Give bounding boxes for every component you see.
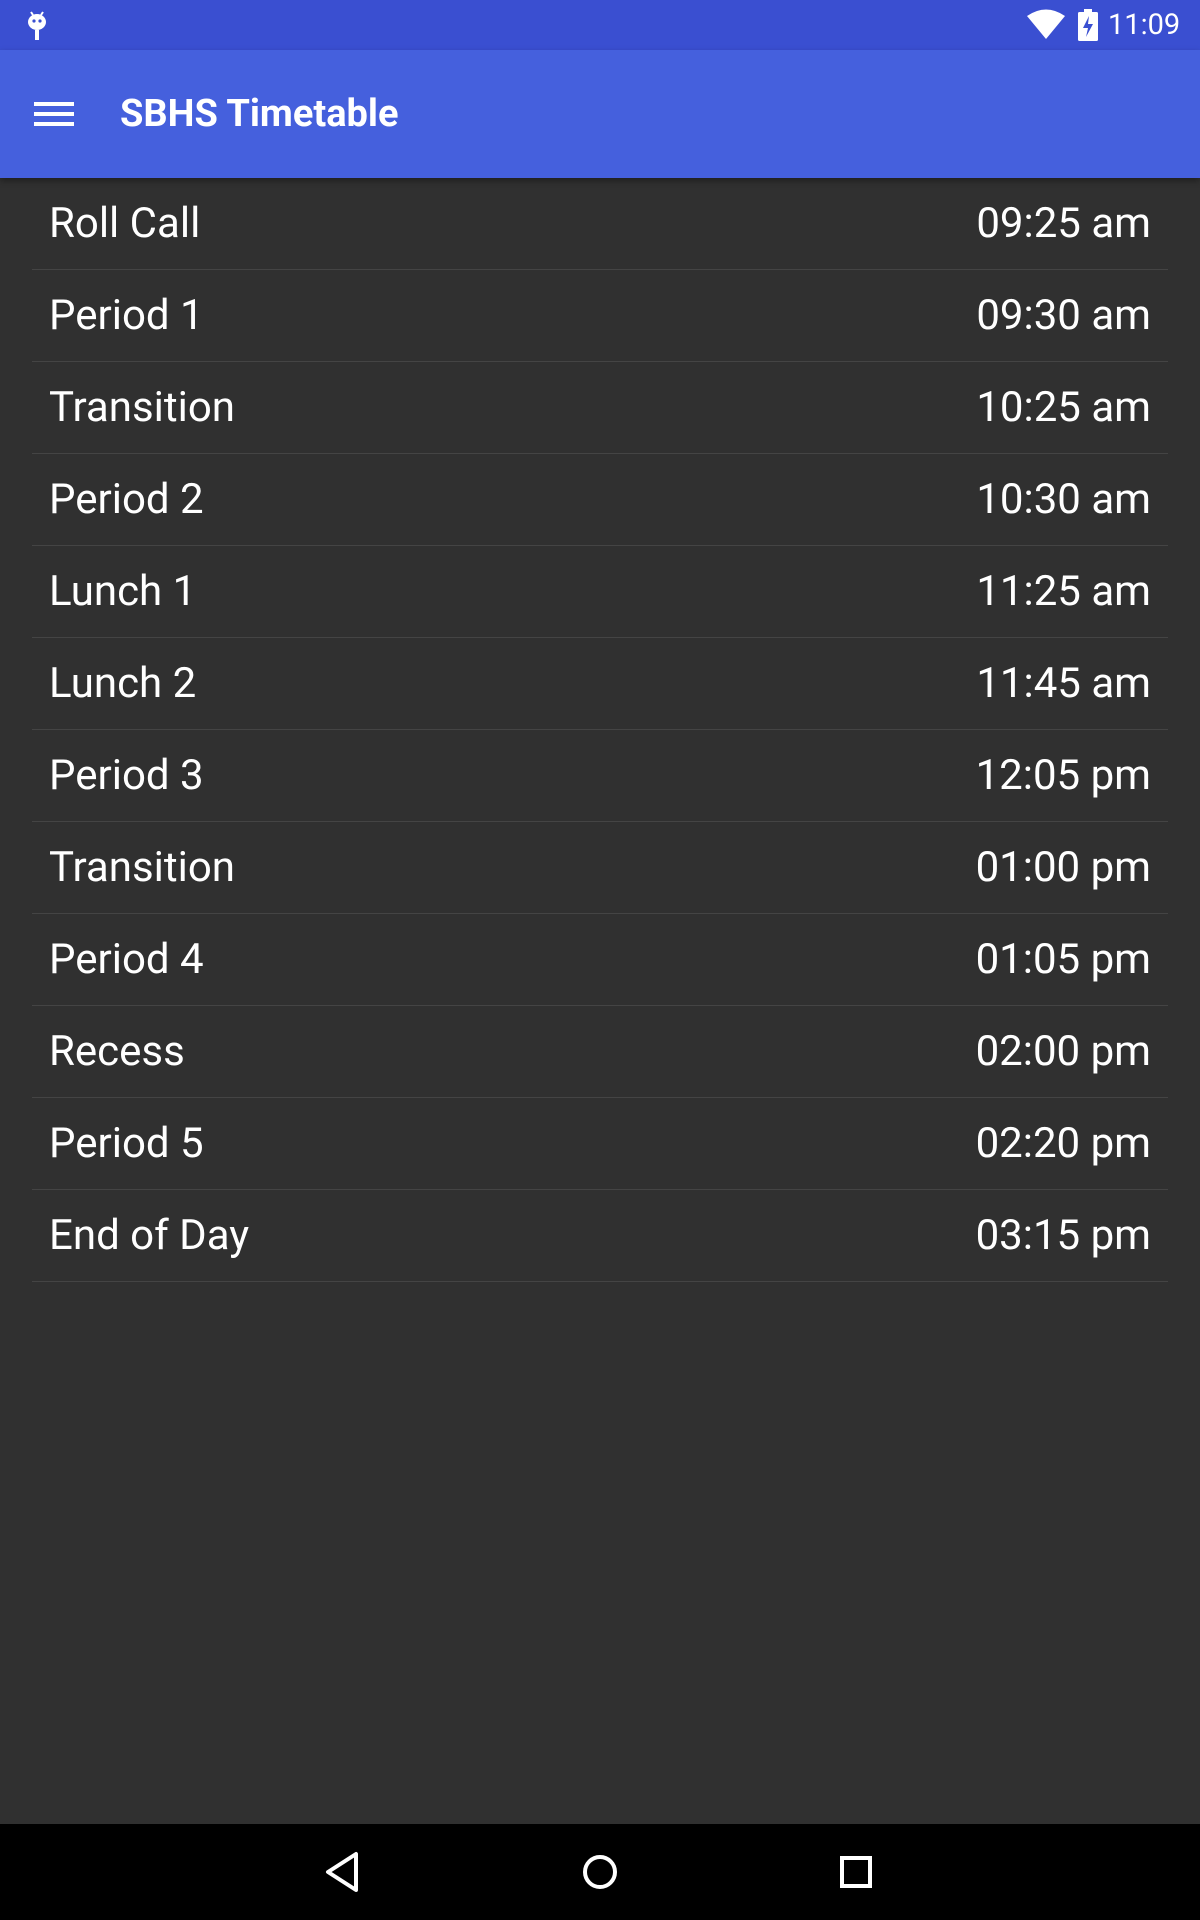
wifi-icon — [1027, 9, 1065, 39]
row-time: 02:20 pm — [975, 1119, 1151, 1168]
row-label: Roll Call — [49, 199, 201, 248]
timetable-list: Roll Call 09:25 am Period 1 09:30 am Tra… — [32, 178, 1168, 1282]
row-label: Transition — [49, 843, 235, 892]
timetable-row[interactable]: Roll Call 09:25 am — [32, 178, 1168, 270]
row-time: 11:25 am — [976, 567, 1151, 616]
navigation-bar — [0, 1824, 1200, 1920]
row-label: Transition — [49, 383, 235, 432]
row-label: Period 1 — [49, 291, 204, 340]
row-label: Period 5 — [49, 1119, 204, 1168]
timetable-row[interactable]: Transition 10:25 am — [32, 362, 1168, 454]
row-time: 10:30 am — [976, 475, 1151, 524]
row-time: 09:25 am — [976, 199, 1151, 248]
row-time: 10:25 am — [976, 383, 1151, 432]
timetable-row[interactable]: Period 2 10:30 am — [32, 454, 1168, 546]
row-label: Recess — [49, 1027, 185, 1076]
back-triangle-icon[interactable] — [316, 1844, 372, 1900]
row-time: 11:45 am — [976, 659, 1151, 708]
timetable-row[interactable]: Recess 02:00 pm — [32, 1006, 1168, 1098]
row-label: Period 3 — [49, 751, 204, 800]
timetable-row[interactable]: Period 4 01:05 pm — [32, 914, 1168, 1006]
timetable-row[interactable]: Lunch 2 11:45 am — [32, 638, 1168, 730]
status-clock: 11:09 — [1108, 8, 1181, 42]
row-time: 01:05 pm — [975, 935, 1151, 984]
row-label: Lunch 1 — [49, 567, 197, 616]
row-time: 12:05 pm — [975, 751, 1151, 800]
row-time: 01:00 pm — [975, 843, 1151, 892]
timetable-row[interactable]: Lunch 1 11:25 am — [32, 546, 1168, 638]
app-title: SBHS Timetable — [120, 92, 399, 136]
timetable-row[interactable]: Transition 01:00 pm — [32, 822, 1168, 914]
home-circle-icon[interactable] — [572, 1844, 628, 1900]
row-label: Period 2 — [49, 475, 204, 524]
hamburger-menu-icon[interactable] — [30, 96, 82, 132]
row-label: Period 4 — [49, 935, 204, 984]
android-debug-icon — [28, 11, 46, 40]
recents-square-icon[interactable] — [828, 1844, 884, 1900]
timetable-row[interactable]: End of Day 03:15 pm — [32, 1190, 1168, 1282]
status-bar: 11:09 — [0, 0, 1200, 50]
app-bar: SBHS Timetable — [0, 50, 1200, 178]
row-time: 02:00 pm — [975, 1027, 1151, 1076]
timetable-row[interactable]: Period 1 09:30 am — [32, 270, 1168, 362]
row-time: 09:30 am — [976, 291, 1151, 340]
timetable-row[interactable]: Period 3 12:05 pm — [32, 730, 1168, 822]
row-time: 03:15 pm — [975, 1211, 1151, 1260]
battery-charging-icon — [1078, 9, 1098, 41]
row-label: Lunch 2 — [49, 659, 197, 708]
row-label: End of Day — [49, 1211, 250, 1260]
timetable-row[interactable]: Period 5 02:20 pm — [32, 1098, 1168, 1190]
